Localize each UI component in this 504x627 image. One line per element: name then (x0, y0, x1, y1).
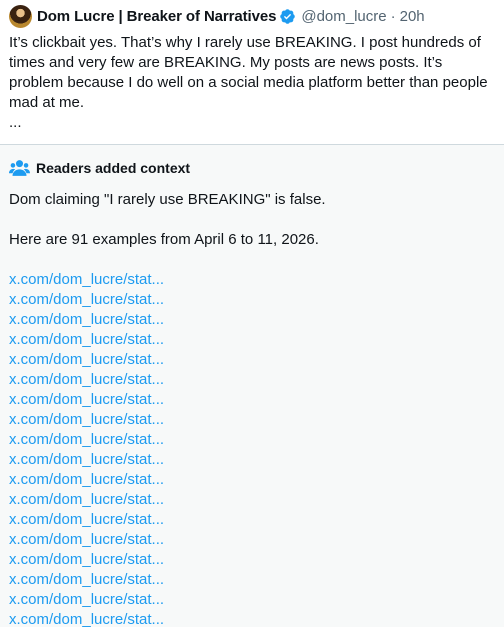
community-note-title: Readers added context (36, 160, 191, 176)
source-link[interactable]: x.com/dom_lucre/stat... (9, 350, 495, 370)
tweet[interactable]: Dom Lucre | Breaker of Narratives @dom_l… (0, 0, 504, 144)
avatar[interactable] (9, 4, 32, 28)
source-link[interactable]: x.com/dom_lucre/stat... (9, 430, 495, 450)
source-link[interactable]: x.com/dom_lucre/stat... (9, 570, 495, 590)
source-link[interactable]: x.com/dom_lucre/stat... (9, 550, 495, 570)
source-link[interactable]: x.com/dom_lucre/stat... (9, 410, 495, 430)
tweet-header: Dom Lucre | Breaker of Narratives @dom_l… (9, 4, 495, 28)
community-note-body: Dom claiming "I rarely use BREAKING" is … (9, 190, 495, 627)
verified-badge-icon (280, 8, 296, 24)
source-link[interactable]: x.com/dom_lucre/stat... (9, 390, 495, 410)
truncation-ellipsis: ... (9, 114, 22, 131)
source-link[interactable]: x.com/dom_lucre/stat... (9, 370, 495, 390)
timestamp[interactable]: 20h (400, 8, 425, 25)
community-note-header: Readers added context (9, 158, 495, 178)
source-link[interactable]: x.com/dom_lucre/stat... (9, 310, 495, 330)
note-paragraph: Dom claiming "I rarely use BREAKING" is … (9, 191, 326, 208)
source-link[interactable]: x.com/dom_lucre/stat... (9, 270, 495, 290)
display-name[interactable]: Dom Lucre | Breaker of Narratives (37, 8, 276, 25)
handle[interactable]: @dom_lucre (301, 8, 386, 25)
source-link[interactable]: x.com/dom_lucre/stat... (9, 450, 495, 470)
separator-dot: · (390, 7, 396, 25)
source-link[interactable]: x.com/dom_lucre/stat... (9, 510, 495, 530)
tweet-text: It’s clickbait yes. That’s why I rarely … (9, 34, 488, 111)
community-note: Readers added context Dom claiming "I ra… (0, 145, 504, 627)
people-icon (9, 160, 30, 176)
source-link[interactable]: x.com/dom_lucre/stat... (9, 610, 495, 627)
source-link[interactable]: x.com/dom_lucre/stat... (9, 490, 495, 510)
source-link[interactable]: x.com/dom_lucre/stat... (9, 290, 495, 310)
source-link[interactable]: x.com/dom_lucre/stat... (9, 590, 495, 610)
source-link[interactable]: x.com/dom_lucre/stat... (9, 330, 495, 350)
source-link[interactable]: x.com/dom_lucre/stat... (9, 470, 495, 490)
source-link[interactable]: x.com/dom_lucre/stat... (9, 530, 495, 550)
note-paragraph: Here are 91 examples from April 6 to 11,… (9, 231, 319, 248)
